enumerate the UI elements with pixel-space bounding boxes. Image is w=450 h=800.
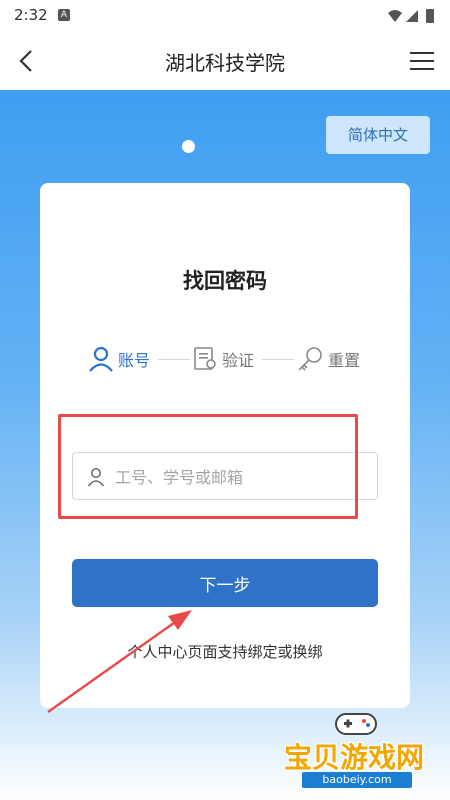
step-indicator: 账号 验证 重置	[40, 341, 410, 381]
decorative-dot	[182, 140, 195, 153]
step-reset-label: 重置	[328, 351, 361, 370]
site-watermark: 宝贝游戏网 baobeiy.com	[264, 702, 450, 800]
language-selector-button[interactable]: 简体中文	[326, 116, 430, 154]
step-verify: 验证	[192, 341, 254, 377]
signal-icon	[406, 10, 418, 22]
page-title: 湖北科技学院	[165, 51, 285, 75]
wifi-icon	[388, 10, 402, 22]
step-account: 账号	[88, 341, 150, 377]
hamburger-menu-icon	[410, 52, 434, 70]
highlight-annotation	[58, 414, 358, 519]
app-bar: 湖北科技学院	[0, 32, 450, 90]
card-title: 找回密码	[183, 269, 267, 293]
watermark-url: baobeiy.com	[302, 772, 412, 788]
status-icons	[386, 8, 440, 28]
next-step-button[interactable]: 下一步	[72, 559, 378, 607]
bind-tip-text: 个人中心页面支持绑定或换绑	[127, 643, 323, 661]
watermark-name: 宝贝游戏网	[284, 741, 425, 774]
status-bar: 2:32 A	[0, 0, 450, 32]
step-connector	[158, 359, 190, 360]
battery-icon	[426, 9, 434, 23]
status-time: 2:32	[14, 6, 48, 24]
step-verify-label: 验证	[222, 351, 255, 370]
key-icon	[298, 347, 322, 371]
menu-button[interactable]	[408, 48, 436, 74]
verify-document-icon	[194, 347, 216, 370]
notification-icon: A	[58, 9, 70, 21]
step-reset: 重置	[296, 341, 360, 377]
user-icon	[89, 346, 113, 372]
step-account-label: 账号	[118, 351, 151, 370]
step-connector	[262, 359, 294, 360]
